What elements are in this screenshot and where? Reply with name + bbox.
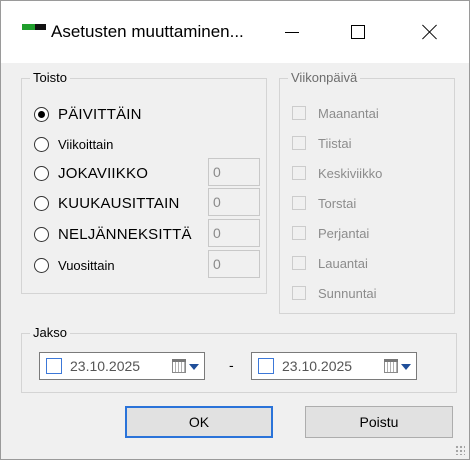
checkbox-perjantai[interactable]: Perjantai — [292, 223, 369, 243]
radio-paivittain[interactable]: PÄIVITTÄIN — [34, 104, 142, 124]
checkbox[interactable] — [292, 136, 306, 150]
radio-viikoittain[interactable]: Viikoittain — [34, 134, 113, 154]
poistu-button[interactable]: Poistu — [305, 406, 453, 438]
radio-button[interactable] — [34, 165, 49, 181]
checkbox-tiistai[interactable]: Tiistai — [292, 133, 351, 153]
chevron-down-icon[interactable] — [189, 364, 199, 370]
radio-label: Viikoittain — [58, 136, 114, 152]
date-separator: - — [229, 357, 234, 373]
radio-label: PÄIVITTÄIN — [58, 105, 142, 123]
calendar-icon[interactable] — [172, 359, 186, 373]
window-title: Asetusten muuttaminen... — [51, 22, 244, 41]
start-date-checkbox[interactable] — [46, 358, 62, 374]
checkbox-label: Tiistai — [318, 135, 352, 151]
start-date-value: 23.10.2025 — [70, 358, 141, 374]
dialog-window: Asetusten muuttaminen... Toisto PÄIVITTÄ… — [0, 0, 470, 460]
maximize-icon — [351, 25, 365, 39]
checkbox-torstai[interactable]: Torstai — [292, 193, 356, 213]
maximize-button[interactable] — [335, 13, 381, 51]
radio-button[interactable] — [34, 195, 49, 211]
checkbox-label: Lauantai — [318, 255, 368, 271]
checkbox-label: Sunnuntai — [318, 285, 377, 301]
viikonpaiva-group: Viikonpäivä Maanantai Tiistai Keskiviikk… — [279, 70, 455, 314]
checkbox-label: Keskiviikko — [318, 165, 383, 181]
checkbox[interactable] — [292, 286, 306, 300]
checkbox-keskiviikko[interactable]: Keskiviikko — [292, 163, 382, 183]
checkbox-label: Maanantai — [318, 105, 379, 121]
jokaviikko-input[interactable]: 0 — [208, 158, 260, 186]
checkbox-lauantai[interactable]: Lauantai — [292, 253, 368, 273]
start-date-picker[interactable]: 23.10.2025 — [39, 352, 205, 380]
radio-neljanneksitta[interactable]: NELJÄNNEKSITTÄ — [34, 224, 192, 244]
chevron-down-icon[interactable] — [401, 364, 411, 370]
close-icon — [422, 24, 438, 40]
checkbox-label: Torstai — [318, 195, 357, 211]
toisto-group-title: Toisto — [30, 70, 70, 85]
radio-button[interactable] — [34, 257, 49, 273]
checkbox[interactable] — [292, 196, 306, 210]
viikonpaiva-group-title: Viikonpäivä — [288, 70, 361, 85]
end-date-value: 23.10.2025 — [282, 358, 353, 374]
end-date-checkbox[interactable] — [258, 358, 274, 374]
radio-label: Vuosittain — [58, 257, 115, 273]
radio-label: KUUKAUSITTAIN — [58, 194, 180, 212]
radio-label: NELJÄNNEKSITTÄ — [58, 225, 192, 243]
app-icon — [22, 24, 46, 32]
checkbox-sunnuntai[interactable]: Sunnuntai — [292, 283, 377, 303]
checkbox[interactable] — [292, 256, 306, 270]
minimize-icon — [285, 31, 299, 33]
neljanneksitta-input[interactable]: 0 — [208, 219, 260, 247]
calendar-icon[interactable] — [384, 359, 398, 373]
toisto-group: Toisto PÄIVITTÄIN Viikoittain JOKAVIIKKO… — [21, 70, 267, 294]
jakso-group-title: Jakso — [30, 325, 70, 340]
radio-label: JOKAVIIKKO — [58, 164, 149, 182]
radio-button[interactable] — [34, 226, 49, 242]
radio-kuukausittain[interactable]: KUUKAUSITTAIN — [34, 193, 180, 213]
checkbox-maanantai[interactable]: Maanantai — [292, 103, 379, 123]
checkbox-label: Perjantai — [318, 225, 370, 241]
end-date-picker[interactable]: 23.10.2025 — [251, 352, 417, 380]
ok-button[interactable]: OK — [125, 406, 273, 438]
radio-vuosittain[interactable]: Vuosittain — [34, 255, 115, 275]
resize-grip[interactable] — [455, 445, 465, 455]
title-bar[interactable]: Asetusten muuttaminen... — [1, 1, 469, 63]
minimize-button[interactable] — [269, 13, 315, 51]
checkbox[interactable] — [292, 226, 306, 240]
close-button[interactable] — [407, 13, 453, 51]
checkbox[interactable] — [292, 166, 306, 180]
kuukausittain-input[interactable]: 0 — [208, 188, 260, 216]
checkbox[interactable] — [292, 106, 306, 120]
vuosittain-input[interactable]: 0 — [208, 250, 260, 278]
radio-button[interactable] — [34, 106, 49, 122]
radio-jokaviikko[interactable]: JOKAVIIKKO — [34, 163, 148, 183]
radio-button[interactable] — [34, 136, 49, 152]
